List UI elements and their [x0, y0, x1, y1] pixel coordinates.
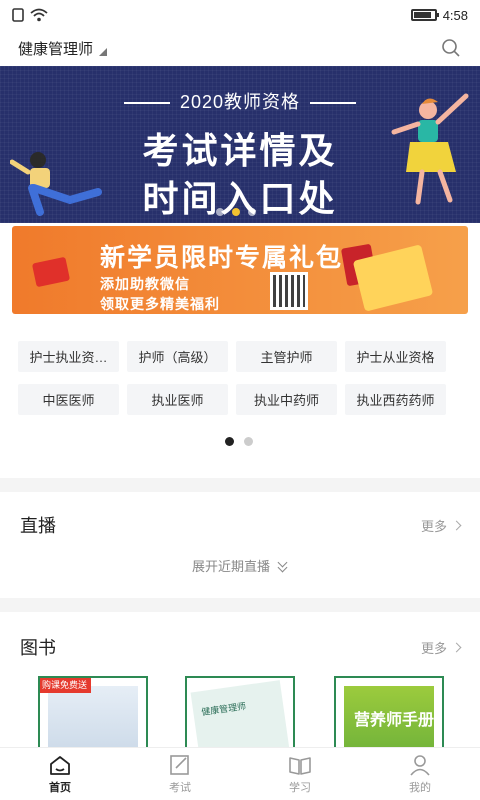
- tab-study[interactable]: 学习: [240, 748, 360, 800]
- section-divider: [0, 478, 480, 492]
- chevron-right-icon: [451, 520, 462, 530]
- category-chip[interactable]: 执业中药师: [236, 384, 337, 415]
- status-bar: 4:58: [0, 0, 480, 30]
- book-cover: [48, 686, 138, 756]
- qr-code: [270, 272, 308, 310]
- book-tag: 购课免费送: [40, 678, 92, 693]
- carousel-dot[interactable]: [216, 208, 224, 216]
- banner-carousel-dots: [216, 208, 256, 216]
- tab-label: 我的: [409, 781, 431, 794]
- books-title: 图书: [20, 638, 56, 658]
- tab-label: 考试: [169, 781, 191, 794]
- carousel-dot[interactable]: [248, 208, 256, 216]
- book-icon: [289, 756, 311, 775]
- pager-dot[interactable]: [225, 437, 234, 446]
- promo-line2: 领取更多精美福利: [100, 296, 220, 312]
- home-icon: [50, 755, 70, 775]
- promo-banner[interactable]: 新学员限时专属礼包 添加助教微信 领取更多精美福利: [12, 226, 468, 314]
- expand-label: 展开近期直播: [191, 559, 270, 574]
- live-section-header: 直播 更多: [20, 512, 462, 538]
- profile-icon: [410, 754, 430, 776]
- book-cover-text: 营养师手册: [354, 712, 435, 729]
- more-label: 更多: [420, 640, 447, 656]
- section-divider: [0, 598, 480, 612]
- category-chip[interactable]: 护士执业资…: [18, 341, 119, 372]
- category-chip[interactable]: 执业西药药师: [345, 384, 446, 415]
- dropdown-caret-icon[interactable]: [99, 48, 108, 56]
- bottom-tab-bar: 首页 考试 学习 我的: [0, 747, 480, 800]
- chevron-right-icon: [451, 642, 462, 652]
- tab-label: 首页: [49, 781, 71, 794]
- tab-profile[interactable]: 我的: [360, 748, 480, 800]
- promo-title: 新学员限时专属礼包: [100, 244, 344, 272]
- category-chip[interactable]: 主管护师: [236, 341, 337, 372]
- live-more-link[interactable]: 更多: [420, 516, 462, 535]
- book-card[interactable]: 健康管理师: [185, 676, 295, 756]
- status-time: 4:58: [442, 7, 468, 23]
- tab-home[interactable]: 首页: [0, 748, 120, 800]
- exam-icon: [170, 754, 189, 775]
- pager-dot[interactable]: [244, 437, 253, 446]
- more-label: 更多: [420, 518, 447, 534]
- live-title: 直播: [20, 516, 56, 536]
- book-cover: 健康管理师: [190, 680, 290, 756]
- exam-selector[interactable]: 健康管理师: [18, 38, 93, 59]
- category-chip[interactable]: 中医医师: [18, 384, 119, 415]
- battery-icon: [410, 9, 439, 21]
- sim-icon: [12, 8, 24, 22]
- banner-headline-line1: 考试详情及: [142, 130, 338, 171]
- books-section-header: 图书 更多: [20, 634, 462, 660]
- wifi-icon: [30, 8, 48, 22]
- category-pager-dots: [225, 437, 253, 446]
- category-chip[interactable]: 执业医师: [127, 384, 228, 415]
- category-chip[interactable]: 护士从业资格: [345, 341, 446, 372]
- promo-line1: 添加助教微信: [100, 276, 190, 292]
- book-card[interactable]: 营养师手册: [334, 676, 444, 756]
- carousel-dot[interactable]: [232, 208, 240, 216]
- tab-label: 学习: [289, 781, 311, 794]
- red-envelope-icon: [31, 256, 71, 288]
- tab-exam[interactable]: 考试: [120, 748, 240, 800]
- books-list: 购课免费送 健康管理师 营养师手册: [0, 676, 480, 756]
- top-bar: 健康管理师: [0, 30, 480, 66]
- books-more-link[interactable]: 更多: [420, 638, 462, 657]
- book-cover: 营养师手册: [344, 686, 434, 756]
- hero-banner[interactable]: 2020教师资格 考试详情及 时间入口处: [0, 66, 480, 223]
- book-card[interactable]: 购课免费送: [38, 676, 148, 756]
- expand-live-button[interactable]: 展开近期直播: [0, 556, 480, 575]
- category-chip[interactable]: 护师（高级）: [127, 341, 228, 372]
- book-cover-text: 健康管理师: [200, 701, 247, 718]
- double-chevron-down-icon: [278, 560, 288, 572]
- category-grid: 护士执业资… 护师（高级） 主管护师 护士从业资格 中医医师 执业医师 执业中药…: [18, 341, 462, 427]
- banner-kicker: 2020教师资格: [0, 88, 480, 114]
- search-icon[interactable]: [440, 37, 462, 59]
